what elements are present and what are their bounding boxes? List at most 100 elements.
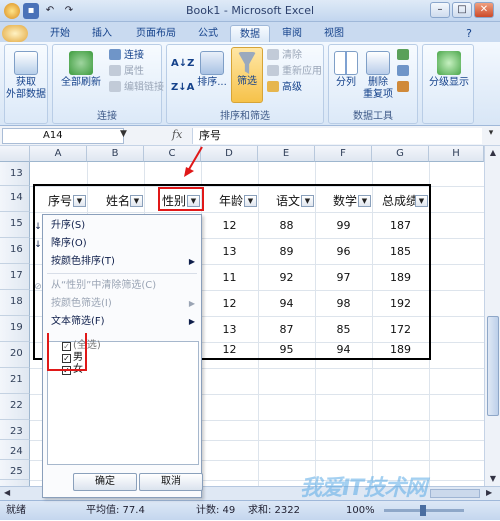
fx-icon[interactable]: fx: [172, 128, 182, 141]
vertical-scrollbar[interactable]: ▲ ▼: [484, 146, 500, 486]
row-header[interactable]: 20: [0, 342, 30, 368]
tab-data[interactable]: 数据: [230, 25, 270, 42]
sort-descending-button[interactable]: Z↓A: [171, 81, 194, 95]
cell-math[interactable]: 85: [315, 323, 372, 336]
scroll-right-icon[interactable]: ▶: [486, 488, 492, 497]
tab-insert[interactable]: 插入: [82, 25, 122, 42]
cell-total[interactable]: 187: [372, 219, 429, 232]
cell-age[interactable]: 13: [201, 245, 258, 258]
cell-total[interactable]: 185: [372, 245, 429, 258]
column-header[interactable]: H: [429, 146, 484, 162]
close-button[interactable]: ✕: [474, 2, 494, 18]
row-header[interactable]: 14: [0, 186, 30, 212]
cell-chinese[interactable]: 92: [258, 271, 315, 284]
zoom-level[interactable]: 100%: [346, 501, 375, 521]
first-sheet-icon[interactable]: ◀: [4, 488, 10, 497]
cell-age[interactable]: 12: [201, 343, 258, 356]
cell-chinese[interactable]: 87: [258, 323, 315, 336]
cell-total[interactable]: 189: [372, 271, 429, 284]
help-icon[interactable]: ?: [462, 25, 476, 42]
tab-home[interactable]: 开始: [40, 25, 80, 42]
cell-math[interactable]: 94: [315, 343, 372, 356]
cell-math[interactable]: 99: [315, 219, 372, 232]
connections-button[interactable]: 连接: [109, 49, 144, 63]
row-header[interactable]: 21: [0, 368, 30, 394]
refresh-all-button[interactable]: 全部刷新: [57, 51, 105, 89]
cell-chinese[interactable]: 89: [258, 245, 315, 258]
tab-page-layout[interactable]: 页面布局: [126, 25, 186, 42]
filter-button[interactable]: 筛选: [231, 47, 263, 103]
column-header[interactable]: E: [258, 146, 315, 162]
data-validation-icon[interactable]: [397, 49, 412, 63]
cell-chinese[interactable]: 94: [258, 297, 315, 310]
sort-ascending-button[interactable]: A↓Z: [171, 57, 194, 71]
row-header[interactable]: 18: [0, 290, 30, 316]
menu-filter-by-color[interactable]: 按颜色筛选(I) ▶: [47, 295, 199, 312]
filter-dropdown-icon[interactable]: ▼: [415, 195, 428, 207]
maximize-button[interactable]: □: [452, 2, 472, 18]
menu-text-filter[interactable]: 文本筛选(F) ▶: [47, 313, 199, 330]
name-box[interactable]: A14: [2, 128, 124, 144]
cell-total[interactable]: 192: [372, 297, 429, 310]
scroll-thumb[interactable]: [487, 316, 499, 416]
advanced-filter-button[interactable]: 高级: [267, 81, 302, 95]
menu-sort-descending[interactable]: ↓ 降序(O): [34, 235, 199, 252]
chevron-down-icon[interactable]: ▼: [120, 129, 127, 139]
cell-total[interactable]: 189: [372, 343, 429, 356]
expand-formula-icon[interactable]: ▾: [484, 128, 498, 144]
cancel-button[interactable]: 取消: [139, 473, 203, 491]
minimize-button[interactable]: –: [430, 2, 450, 18]
horizontal-scrollbar[interactable]: [430, 489, 480, 498]
outline-button[interactable]: 分级显示: [425, 51, 473, 89]
row-header[interactable]: 23: [0, 420, 30, 440]
filter-dropdown-icon[interactable]: ▼: [358, 195, 371, 207]
column-header[interactable]: B: [87, 146, 144, 162]
edit-links-button[interactable]: 编辑链接: [109, 81, 164, 95]
tab-formulas[interactable]: 公式: [188, 25, 228, 42]
menu-clear-filter[interactable]: ⊘ 从“性别”中清除筛选(C): [34, 277, 199, 294]
cell-age[interactable]: 12: [201, 219, 258, 232]
filter-dropdown-icon[interactable]: ▼: [73, 195, 86, 207]
row-header[interactable]: 22: [0, 394, 30, 420]
column-header[interactable]: A: [30, 146, 87, 162]
select-all-corner[interactable]: [0, 146, 30, 162]
office-orb[interactable]: [2, 25, 28, 42]
reapply-button[interactable]: 重新应用: [267, 65, 322, 79]
menu-sort-ascending[interactable]: ↓ 升序(S): [34, 217, 199, 234]
column-header[interactable]: D: [201, 146, 258, 162]
text-to-columns-button[interactable]: 分列: [331, 51, 361, 89]
row-header[interactable]: 24: [0, 440, 30, 460]
row-header[interactable]: 17: [0, 264, 30, 290]
row-header[interactable]: 13: [0, 162, 30, 186]
cell-age[interactable]: 11: [201, 271, 258, 284]
cell-math[interactable]: 96: [315, 245, 372, 258]
filter-dropdown-icon[interactable]: ▼: [244, 195, 257, 207]
tab-view[interactable]: 视图: [314, 25, 354, 42]
row-header[interactable]: 16: [0, 238, 30, 264]
row-header[interactable]: 25: [0, 460, 30, 480]
get-external-data-button[interactable]: 获取 外部数据: [5, 51, 47, 101]
column-header[interactable]: G: [372, 146, 429, 162]
cell-age[interactable]: 13: [201, 323, 258, 336]
cell-age[interactable]: 12: [201, 297, 258, 310]
menu-sort-by-color[interactable]: 按颜色排序(T) ▶: [47, 253, 199, 270]
what-if-icon[interactable]: [397, 81, 412, 95]
row-header[interactable]: 19: [0, 316, 30, 342]
ok-button[interactable]: 确定: [73, 473, 137, 491]
clear-filter-button[interactable]: 清除: [267, 49, 302, 63]
scroll-down-icon[interactable]: ▼: [486, 472, 500, 486]
cell-math[interactable]: 98: [315, 297, 372, 310]
consolidate-icon[interactable]: [397, 65, 412, 79]
formula-input[interactable]: 序号: [192, 128, 482, 144]
cell-chinese[interactable]: 95: [258, 343, 315, 356]
filter-dropdown-icon[interactable]: ▼: [301, 195, 314, 207]
sort-button[interactable]: 排序...: [195, 51, 229, 89]
tab-review[interactable]: 审阅: [272, 25, 312, 42]
column-header[interactable]: F: [315, 146, 372, 162]
cell-math[interactable]: 97: [315, 271, 372, 284]
scroll-up-icon[interactable]: ▲: [486, 146, 500, 160]
properties-button[interactable]: 属性: [109, 65, 144, 79]
cell-total[interactable]: 172: [372, 323, 429, 336]
filter-dropdown-icon[interactable]: ▼: [130, 195, 143, 207]
remove-duplicates-button[interactable]: 删除 重复项: [361, 51, 395, 101]
